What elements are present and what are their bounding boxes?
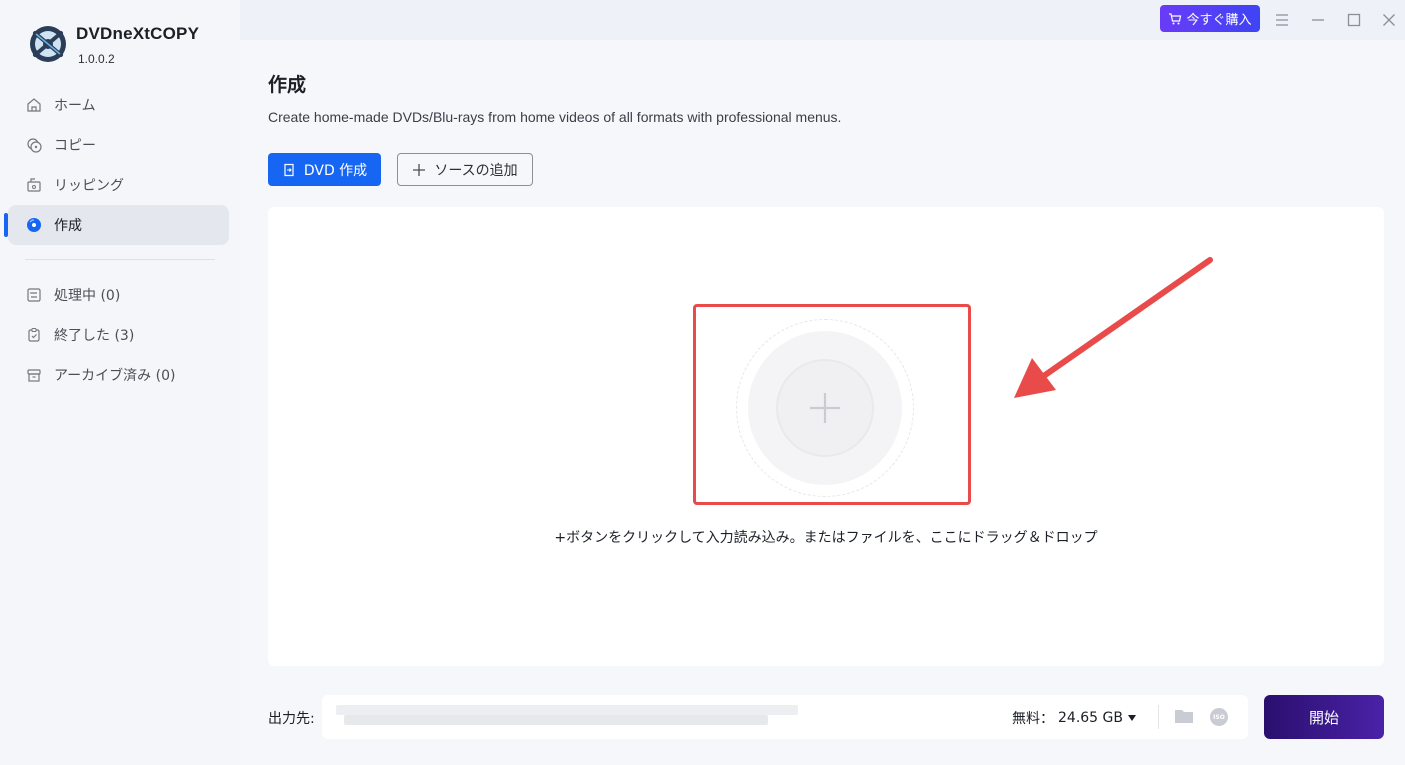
copy-disc-icon [26, 137, 42, 153]
close-button[interactable] [1377, 8, 1401, 32]
nav-item-label: 処理中 (0) [54, 288, 121, 304]
maximize-button[interactable] [1342, 8, 1366, 32]
brand: DVDneXtCOPY 1.0.0.2 [28, 24, 199, 66]
app-logo-icon [30, 26, 66, 62]
ripping-icon [26, 177, 42, 193]
free-space-selector[interactable]: 無料： 24.65 GB [1012, 708, 1137, 728]
nav-item-create[interactable]: 作成 [4, 205, 229, 245]
page-description: Create home-made DVDs/Blu-rays from home… [268, 109, 842, 125]
blurred-path [336, 705, 798, 715]
dvd-create-icon [284, 163, 294, 176]
status-nav: 処理中 (0) 終了した (3) アーカイブ済み (0) [8, 275, 229, 395]
archive-box-icon [26, 367, 42, 383]
nav-item-label: リッピング [54, 178, 124, 194]
free-space-label: 無料： [1012, 711, 1054, 727]
add-file-highlight [693, 304, 971, 505]
buy-now-button[interactable]: 今すぐ購入 [1160, 5, 1260, 32]
nav-item-archived[interactable]: アーカイブ済み (0) [8, 355, 229, 395]
nav-item-label: 終了した (3) [54, 328, 135, 344]
menu-button[interactable] [1270, 8, 1294, 32]
output-path-field[interactable]: 無料： 24.65 GB ISO [322, 695, 1248, 739]
file-drop-zone[interactable]: +ボタンをクリックして入力読み込み。またはファイルを、ここにドラッグ＆ドロップ [268, 207, 1384, 666]
buy-now-label: 今すぐ購入 [1186, 13, 1252, 28]
create-disc-icon [26, 217, 42, 233]
field-divider [1158, 705, 1159, 729]
nav-item-home[interactable]: ホーム [8, 85, 229, 125]
folder-icon[interactable] [1174, 707, 1194, 725]
home-icon [26, 97, 42, 113]
add-file-button[interactable] [776, 359, 874, 457]
main-panel: 作成 Create home-made DVDs/Blu-rays from h… [240, 40, 1405, 765]
cart-icon [1169, 12, 1182, 24]
nav-item-label: 作成 [54, 218, 82, 234]
app-name: DVDneXtCOPY [76, 24, 200, 43]
nav-item-finished[interactable]: 終了した (3) [8, 315, 229, 355]
minimize-button[interactable] [1306, 8, 1330, 32]
sidebar: DVDneXtCOPY 1.0.0.2 ホーム コピー リッピング 作成 処理中… [0, 0, 240, 765]
add-source-label: ソースの追加 [434, 162, 518, 179]
page-title: 作成 [268, 74, 307, 96]
blurred-path [344, 715, 768, 725]
hamburger-menu-icon [1276, 14, 1288, 26]
main-nav: ホーム コピー リッピング 作成 [4, 85, 229, 245]
caret-down-icon [1127, 715, 1136, 721]
nav-item-ripping[interactable]: リッピング [8, 165, 229, 205]
add-source-button[interactable]: ソースの追加 [397, 153, 533, 186]
minimize-icon [1312, 19, 1324, 21]
title-bar: 今すぐ購入 [240, 0, 1405, 40]
start-button[interactable]: 開始 [1264, 695, 1384, 739]
free-space-value: 24.65 GB [1058, 710, 1123, 726]
nav-item-copy[interactable]: コピー [8, 125, 229, 165]
drop-hint-text: +ボタンをクリックして入力読み込み。またはファイルを、ここにドラッグ＆ドロップ [554, 530, 1098, 546]
annotation-arrow-icon [1014, 257, 1213, 398]
app-version: 1.0.0.2 [78, 52, 115, 66]
add-plus-icon [810, 393, 840, 423]
iso-icon[interactable]: ISO [1210, 708, 1228, 726]
output-label: 出力先: [268, 711, 315, 727]
nav-item-label: ホーム [54, 98, 96, 114]
nav-item-processing[interactable]: 処理中 (0) [8, 275, 229, 315]
start-label: 開始 [1308, 708, 1339, 727]
processing-list-icon [26, 287, 42, 303]
nav-divider [25, 259, 215, 260]
nav-item-label: コピー [54, 138, 96, 154]
finished-clipboard-icon [26, 327, 42, 343]
maximize-icon [1347, 13, 1361, 27]
dvd-create-label: DVD 作成 [303, 162, 368, 179]
dvd-create-button[interactable]: DVD 作成 [268, 153, 381, 186]
close-icon [1383, 14, 1395, 26]
nav-item-label: アーカイブ済み (0) [54, 368, 176, 384]
plus-icon [413, 163, 426, 176]
